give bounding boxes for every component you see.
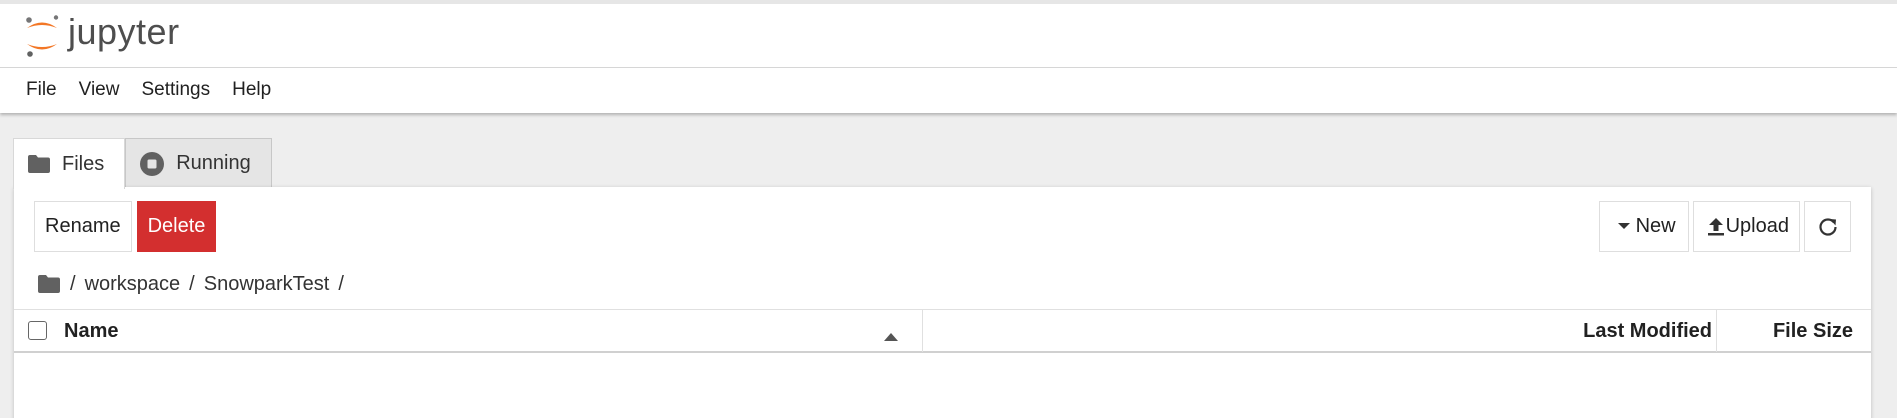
app-brand: jupyter — [68, 11, 180, 52]
breadcrumb-separator: / — [70, 272, 76, 295]
breadcrumb-separator: / — [338, 272, 344, 295]
column-divider[interactable] — [1716, 310, 1717, 352]
header: jupyter — [0, 4, 1897, 68]
delete-button[interactable]: Delete — [136, 201, 217, 252]
folder-icon[interactable] — [38, 275, 60, 293]
file-list-header: Name Last Modified File Size — [14, 309, 1871, 353]
menu-settings[interactable]: Settings — [130, 73, 221, 107]
selection-toolbar: Rename Delete — [34, 201, 217, 252]
column-last-modified[interactable]: Last Modified — [1583, 320, 1712, 343]
file-actions-toolbar: New Upload — [1598, 201, 1851, 252]
menu-view[interactable]: View — [68, 73, 131, 107]
column-divider[interactable] — [922, 310, 923, 352]
menu-help[interactable]: Help — [221, 73, 282, 107]
refresh-button[interactable] — [1804, 201, 1851, 252]
file-browser-panel: Rename Delete New Upload / workspace / S… — [14, 187, 1871, 418]
column-name[interactable]: Name — [64, 320, 118, 343]
folder-icon — [28, 155, 50, 173]
menu-bar: File View Settings Help — [0, 68, 1897, 112]
window-edge — [1897, 0, 1901, 418]
caret-down-icon — [1617, 222, 1630, 231]
column-file-size[interactable]: File Size — [1773, 320, 1853, 343]
tab-running[interactable]: Running — [125, 138, 272, 188]
upload-button-label: Upload — [1725, 215, 1789, 237]
top-panel: jupyter File View Settings Help — [0, 0, 1897, 113]
menu-file[interactable]: File — [15, 73, 68, 107]
rename-button[interactable]: Rename — [34, 201, 132, 252]
tab-files[interactable]: Files — [13, 138, 126, 189]
stop-circle-icon — [140, 151, 165, 176]
new-button-label: New — [1635, 215, 1676, 237]
tab-running-label: Running — [176, 152, 251, 174]
new-button[interactable]: New — [1598, 201, 1689, 252]
upload-button[interactable]: Upload — [1692, 201, 1800, 252]
tab-files-label: Files — [62, 152, 105, 175]
jupyter-logo-icon[interactable] — [24, 14, 60, 58]
refresh-icon — [1818, 217, 1838, 237]
select-all-checkbox[interactable] — [28, 321, 47, 340]
breadcrumb: / workspace / SnowparkTest / — [38, 269, 345, 299]
upload-icon — [1707, 217, 1724, 236]
breadcrumb-snowparktest[interactable]: SnowparkTest — [196, 273, 338, 296]
breadcrumb-workspace[interactable]: workspace — [77, 273, 189, 296]
tab-bar: Files Running — [13, 138, 272, 189]
sort-ascending-icon[interactable] — [884, 325, 898, 348]
breadcrumb-separator: / — [189, 272, 195, 295]
